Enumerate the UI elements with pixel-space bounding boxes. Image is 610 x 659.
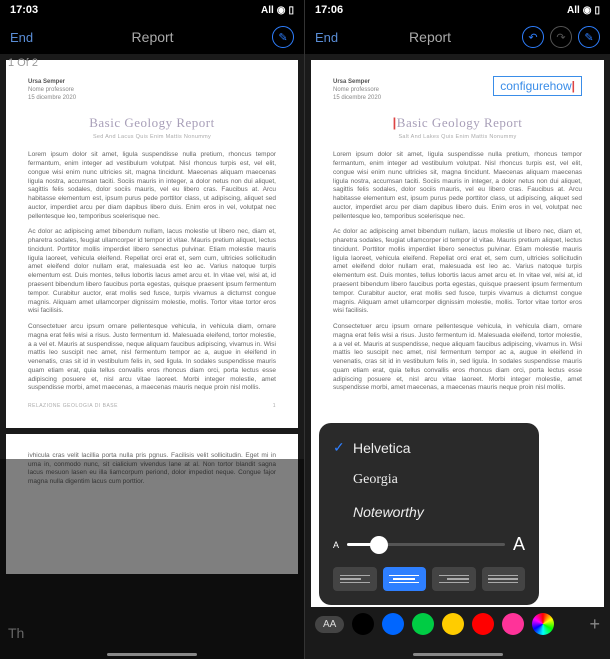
font-option-noteworthy[interactable]: Noteworthy [319, 496, 539, 528]
dim-overlay [0, 459, 304, 659]
paragraph: Lorem ipsum dolor sit amet, ligula suspe… [28, 151, 276, 221]
home-indicator[interactable] [107, 653, 197, 656]
author-role: Nome professore [333, 86, 381, 94]
nav-bar: End Report ↶ ↷ ✎ [305, 20, 610, 54]
add-button[interactable]: + [589, 614, 600, 635]
network-label: All [261, 5, 274, 16]
text-style-button[interactable]: AA [315, 616, 344, 633]
color-picker-button[interactable] [532, 613, 554, 635]
color-pink[interactable] [502, 613, 524, 635]
nav-bar: End Report ✎ [0, 20, 304, 54]
font-option-helvetica[interactable]: ✓ Helvetica [319, 431, 539, 464]
font-format-popup: ✓ Helvetica Georgia Noteworthy A A [319, 423, 539, 605]
paragraph: Ac dolor ac adipiscing amet bibendum nul… [333, 228, 582, 316]
end-button[interactable]: End [10, 30, 33, 45]
status-time: 17:06 [315, 4, 343, 16]
status-bar: 17:03 All ◉ ▯ [0, 0, 304, 20]
nav-title: Report [338, 29, 522, 45]
align-left-button[interactable] [333, 567, 377, 591]
markup-icon[interactable]: ✎ [578, 26, 600, 48]
paragraph: Consectetuer arcu ipsum ornare pellentes… [28, 323, 276, 393]
doc-subtitle: Salt And Lakes Quis Enim Mattis Nonummy [333, 134, 582, 141]
color-yellow[interactable] [442, 613, 464, 635]
phone-left: 17:03 All ◉ ▯ End Report ✎ 1 Of 2 Ursa S… [0, 0, 305, 659]
check-icon: ✓ [333, 439, 347, 456]
size-small-icon: A [333, 540, 339, 550]
align-center-button[interactable] [383, 567, 427, 591]
align-justify-button[interactable] [482, 567, 526, 591]
paragraph: Ac dolor ac adipiscing amet bibendum nul… [28, 228, 276, 316]
author-name: Ursa Semper [333, 78, 381, 86]
wifi-icon: ◉ [277, 5, 286, 16]
document-area[interactable]: 1 Of 2 Ursa Semper Nome professore 15 di… [0, 54, 304, 659]
font-size-slider-row: A A [319, 528, 539, 561]
network-label: All [567, 5, 580, 16]
doc-subtitle: Sed And Lacus Quis Enim Mattis Nonummy [28, 134, 276, 141]
footer-left: RELAZIONE GEOLOGIA DI BASE [28, 403, 118, 410]
page-1[interactable]: Ursa Semper Nome professore 15 dicembre … [6, 60, 298, 428]
status-time: 17:03 [10, 4, 38, 16]
color-green[interactable] [412, 613, 434, 635]
home-indicator[interactable] [413, 653, 503, 656]
alignment-row [319, 561, 539, 597]
markup-icon[interactable]: ✎ [272, 26, 294, 48]
color-blue[interactable] [382, 613, 404, 635]
doc-title: Basic Geology Report [28, 114, 276, 132]
status-icons: All ◉ ▯ [567, 5, 600, 16]
redo-icon[interactable]: ↷ [550, 26, 572, 48]
color-toolbar: AA + [305, 607, 610, 641]
page-counter: 1 Of 2 [8, 57, 38, 69]
size-large-icon: A [513, 534, 525, 555]
text-annotation-box[interactable]: configurehow| [493, 76, 582, 96]
footer-page-num: 1 [273, 403, 276, 410]
color-red[interactable] [472, 613, 494, 635]
phone-right: 17:06 All ◉ ▯ End Report ↶ ↷ ✎ Ursa Semp… [305, 0, 610, 659]
author-name: Ursa Semper [28, 78, 76, 86]
doc-title: |Basic Geology Report [333, 114, 582, 132]
color-black[interactable] [352, 613, 374, 635]
font-size-slider[interactable] [347, 543, 505, 546]
font-option-georgia[interactable]: Georgia [319, 464, 539, 496]
battery-icon: ▯ [288, 5, 294, 16]
undo-icon[interactable]: ↶ [522, 26, 544, 48]
battery-icon: ▯ [594, 5, 600, 16]
document-area[interactable]: Ursa Semper Nome professore 15 dicembre … [305, 54, 610, 659]
doc-date: 15 dicembre 2020 [28, 94, 76, 102]
align-right-button[interactable] [432, 567, 476, 591]
nav-title: Report [33, 29, 272, 45]
wifi-icon: ◉ [583, 5, 592, 16]
end-button[interactable]: End [315, 30, 338, 45]
paragraph: Lorem ipsum dolor sit amet, ligula suspe… [333, 151, 582, 221]
paragraph: Consectetuer arcu ipsum ornare pellentes… [333, 323, 582, 393]
thumbnail-label: Th [8, 625, 24, 641]
status-icons: All ◉ ▯ [261, 5, 294, 16]
status-bar: 17:06 All ◉ ▯ [305, 0, 610, 20]
slider-thumb[interactable] [370, 536, 388, 554]
doc-date: 15 dicembre 2020 [333, 94, 381, 102]
author-role: Nome professore [28, 86, 76, 94]
